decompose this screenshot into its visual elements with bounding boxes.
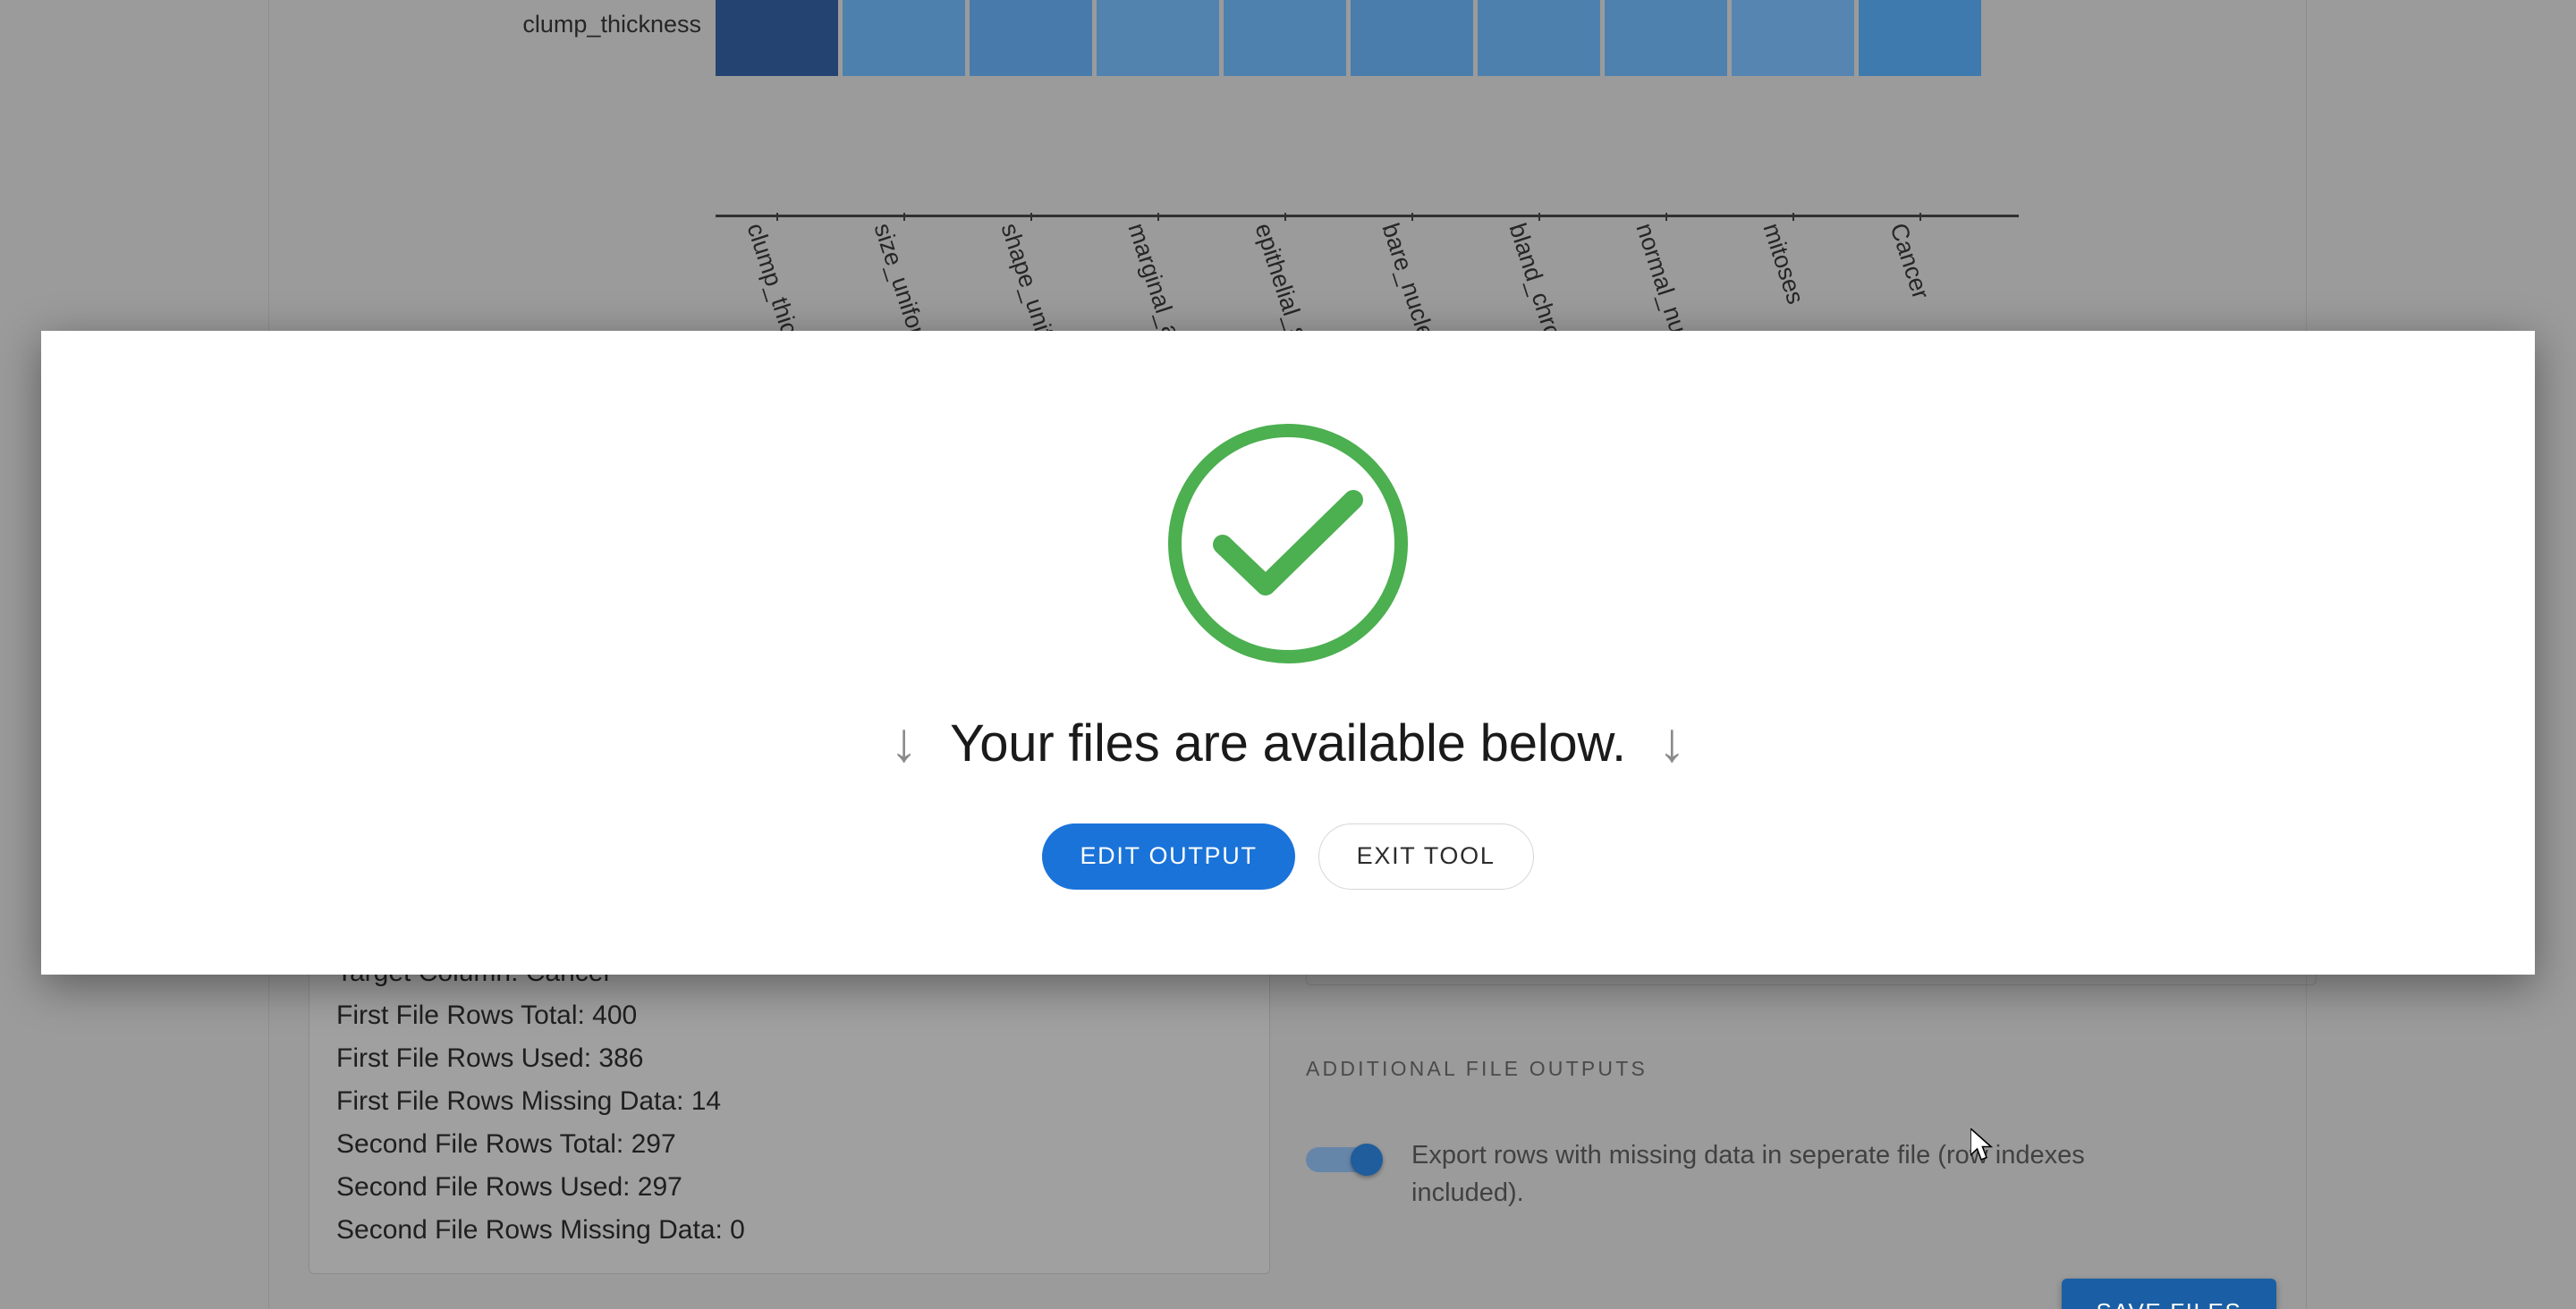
heatmap-x-tick: [1284, 213, 1286, 221]
export-missing-rows-switch[interactable]: [1306, 1144, 1383, 1176]
heatmap-x-tick: [1030, 213, 1032, 221]
heatmap-x-tick-label: Cancer: [1885, 220, 1935, 303]
heatmap-x-tick: [1919, 213, 1921, 221]
modal-headline-row: ↓ Your files are available below. ↓: [890, 712, 1686, 773]
heatmap-cell: [1732, 0, 1854, 76]
heatmap-cell: [1097, 0, 1219, 76]
heatmap-x-tick: [1157, 213, 1159, 221]
heatmap-x-tick: [1538, 213, 1540, 221]
stats-line: First File Rows Missing Data: 14: [336, 1086, 722, 1116]
heatmap-cell: [843, 0, 965, 76]
heatmap-x-tick-label: mitoses: [1758, 220, 1809, 308]
heatmap-cell: [970, 0, 1092, 76]
switch-knob: [1351, 1144, 1383, 1176]
heatmap-cell: [716, 0, 838, 76]
export-missing-rows-label: Export rows with missing data in seperat…: [1411, 1141, 2085, 1207]
arrow-down-left-icon: ↓: [890, 712, 919, 773]
heatmap-cell: [1478, 0, 1600, 76]
additional-file-outputs-caption: ADDITIONAL FILE OUTPUTS: [1306, 1057, 1648, 1080]
heatmap-x-tick: [903, 213, 905, 221]
edit-output-button[interactable]: EDIT OUTPUT: [1042, 823, 1295, 890]
heatmap-x-axis-line: [716, 215, 2019, 217]
stats-line: First File Rows Total: 400: [336, 1001, 638, 1030]
heatmap-cell: [1859, 0, 1981, 76]
heatmap-cell: [1605, 0, 1727, 76]
dataset-stats-panel: Target Column: CancerFirst File Rows Tot…: [309, 925, 1270, 1274]
heatmap-x-tick: [1665, 213, 1667, 221]
heatmap-cell: [1351, 0, 1473, 76]
stats-line: Second File Rows Missing Data: 0: [336, 1215, 745, 1245]
heatmap-row: clump_thickness: [522, 0, 1981, 76]
screen-root: size_uniformityclump_thickness clump_thi…: [0, 0, 2576, 1309]
heatmap-y-tick-label: clump_thickness: [522, 11, 701, 38]
save-files-button[interactable]: SAVE FILES: [2062, 1279, 2276, 1309]
stats-line: First File Rows Used: 386: [336, 1043, 644, 1073]
modal-button-row: EDIT OUTPUT EXIT TOOL: [1042, 823, 1534, 890]
files-ready-modal: ↓ Your files are available below. ↓ EDIT…: [41, 331, 2535, 975]
heatmap-x-tick: [776, 213, 778, 221]
stats-line: Second File Rows Total: 297: [336, 1129, 676, 1159]
heatmap-grid: size_uniformityclump_thickness: [522, 0, 1981, 80]
success-check-icon: [1168, 423, 1408, 663]
heatmap-cell: [1224, 0, 1346, 76]
export-missing-rows-toggle-row[interactable]: Export rows with missing data in seperat…: [1306, 1136, 2317, 1212]
mouse-pointer-icon: [1970, 1127, 1994, 1162]
heatmap-x-tick: [1792, 213, 1794, 221]
exit-tool-button[interactable]: EXIT TOOL: [1318, 823, 1534, 890]
arrow-down-right-icon: ↓: [1657, 712, 1686, 773]
stats-line: Second File Rows Used: 297: [336, 1172, 682, 1202]
modal-headline-text: Your files are available below.: [950, 714, 1626, 773]
heatmap-x-tick: [1411, 213, 1413, 221]
correlation-heatmap: size_uniformityclump_thickness clump_thi…: [474, 0, 2019, 422]
